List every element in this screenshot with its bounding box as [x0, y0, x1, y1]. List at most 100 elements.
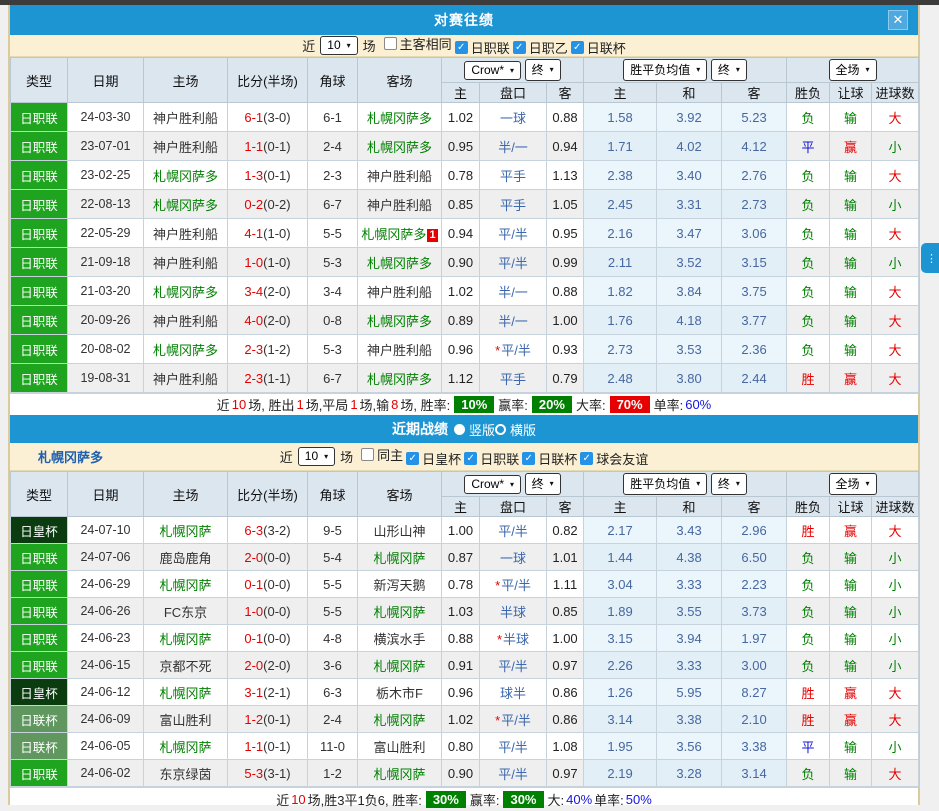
handicap-outcome: 输 — [830, 544, 872, 571]
score-halftime: 1-2(0-1) — [228, 706, 308, 733]
close-icon[interactable]: ✕ — [888, 10, 908, 30]
league-badge: 日职联 — [11, 248, 68, 277]
avg-away-odds: 6.50 — [722, 544, 787, 571]
match-date: 19-08-31 — [68, 364, 144, 393]
filter-checkbox[interactable]: ✓日职乙 — [513, 38, 568, 57]
score-halftime: 2-0(2-0) — [228, 652, 308, 679]
col-handicap-home: 主 — [442, 83, 480, 103]
away-team-name: 栃木市F — [376, 686, 423, 701]
odds-source-select[interactable]: Crow*▾ — [464, 475, 521, 494]
avg-home-odds: 2.48 — [584, 364, 657, 393]
away-team: 山形山神 — [358, 517, 442, 544]
match-date: 24-06-15 — [68, 652, 144, 679]
filter-checkbox[interactable]: ✓日职联 — [464, 449, 519, 468]
home-odds: 0.78 — [442, 571, 480, 598]
checkbox-label: 日皇杯 — [422, 449, 461, 468]
h2h-filter-row: 近 10▾ 场 主客相同✓日职联✓日职乙✓日联杯 — [10, 35, 918, 57]
filter-checkbox[interactable]: 主客相同 — [384, 34, 452, 53]
away-team: 札幌冈萨多 — [358, 248, 442, 277]
layout-radio-selected[interactable]: 竖版 — [454, 420, 495, 439]
home-team: 札幌冈萨多 — [144, 190, 228, 219]
avg-home-odds: 2.16 — [584, 219, 657, 248]
fulltime-score: 0-1 — [244, 631, 263, 646]
caret-down-icon: ▾ — [510, 480, 514, 489]
summary-text: 1 — [350, 397, 357, 412]
filter-checkbox[interactable]: ✓日皇杯 — [406, 449, 461, 468]
corner-score: 9-5 — [308, 517, 358, 544]
score-halftime: 5-3(3-1) — [228, 760, 308, 787]
halftime-score: (2-0) — [263, 313, 290, 328]
avg-time-select[interactable]: 终▾ — [711, 59, 747, 81]
away-team: 富山胜利 — [358, 733, 442, 760]
halftime-score: (0-0) — [263, 550, 290, 565]
away-team: 札幌冈萨 — [358, 706, 442, 733]
away-team-name: 札幌冈萨多 — [367, 372, 432, 387]
handicap-outcome: 输 — [830, 277, 872, 306]
away-team-name: 札幌冈萨 — [373, 713, 425, 728]
avg-odds-select[interactable]: 胜平负均值▾ — [623, 473, 707, 495]
avg-time-select[interactable]: 终▾ — [711, 473, 747, 495]
result-outcome: 负 — [787, 571, 830, 598]
scope-select[interactable]: 全场▾ — [829, 59, 877, 81]
away-team-name: 神户胜利船 — [367, 343, 432, 358]
away-team-name: 札幌冈萨多 — [361, 227, 426, 242]
avg-away-odds: 8.27 — [722, 679, 787, 706]
avg-draw-odds: 4.38 — [657, 544, 722, 571]
scope-select[interactable]: 全场▾ — [829, 473, 877, 495]
filter-checkbox[interactable]: ✓日联杯 — [571, 38, 626, 57]
handicap-line: 一球 — [480, 544, 547, 571]
halftime-score: (0-0) — [263, 631, 290, 646]
match-count-select[interactable]: 10▾ — [320, 36, 357, 55]
caret-down-icon: ▾ — [550, 479, 554, 488]
handicap-text: 半/一 — [498, 140, 528, 155]
home-team: 札幌冈萨 — [144, 571, 228, 598]
layout-radio-group: 竖版横版 — [454, 420, 536, 439]
games-label: 场 — [340, 447, 353, 466]
col-let-goal: 让球 — [830, 83, 872, 103]
away-team: 神户胜利船 — [358, 277, 442, 306]
score-halftime: 1-1(0-1) — [228, 132, 308, 161]
handicap-outcome: 赢 — [830, 517, 872, 544]
col-corner: 角球 — [308, 58, 358, 103]
fulltime-score: 0-2 — [244, 197, 263, 212]
away-odds: 0.86 — [547, 679, 584, 706]
score-halftime: 1-1(0-1) — [228, 733, 308, 760]
league-badge: 日职联 — [11, 277, 68, 306]
fulltime-score: 6-1 — [244, 110, 263, 125]
match-date: 24-07-06 — [68, 544, 144, 571]
odds-time-select[interactable]: 终▾ — [525, 59, 561, 81]
avg-home-odds: 1.26 — [584, 679, 657, 706]
goals-outcome: 大 — [872, 706, 919, 733]
filter-checkbox[interactable]: ✓日联杯 — [522, 449, 577, 468]
side-widget-button[interactable]: ⋮ — [921, 243, 939, 273]
home-team: 札幌冈萨多 — [144, 161, 228, 190]
away-odds: 0.93 — [547, 335, 584, 364]
col-goals: 进球数 — [872, 497, 919, 517]
filter-checkbox[interactable]: ✓球会友谊 — [580, 449, 648, 468]
handicap-line: 平手 — [480, 364, 547, 393]
odds-source-select[interactable]: Crow*▾ — [464, 61, 521, 80]
handicap-outcome: 输 — [830, 760, 872, 787]
fulltime-score: 1-3 — [244, 168, 263, 183]
avg-odds-select[interactable]: 胜平负均值▾ — [623, 59, 707, 81]
avg-away-odds: 3.14 — [722, 760, 787, 787]
avg-away-odds: 2.44 — [722, 364, 787, 393]
filter-checkbox[interactable]: ✓日职联 — [455, 38, 510, 57]
away-odds: 1.05 — [547, 190, 584, 219]
match-count-select[interactable]: 10▾ — [298, 447, 335, 466]
caret-down-icon: ▾ — [736, 65, 740, 74]
home-odds: 1.02 — [442, 103, 480, 132]
odds-time-select[interactable]: 终▾ — [525, 473, 561, 495]
away-team-name: 富山胜利 — [373, 740, 425, 755]
recent-summary: 近10场,胜3平1负6, 胜率:30% 赢率:30% 大:40% 单率:50% — [10, 787, 918, 811]
corner-score: 11-0 — [308, 733, 358, 760]
halftime-score: (0-1) — [263, 139, 290, 154]
away-odds: 0.95 — [547, 219, 584, 248]
col-result: 胜负 — [787, 497, 830, 517]
layout-radio-option[interactable]: 横版 — [495, 420, 536, 439]
avg-home-odds: 2.45 — [584, 190, 657, 219]
filter-checkbox[interactable]: 同主 — [361, 445, 403, 464]
home-odds: 1.02 — [442, 706, 480, 733]
avg-away-odds: 2.10 — [722, 706, 787, 733]
recent-titlebar: 近期战绩 竖版横版 — [10, 415, 918, 443]
